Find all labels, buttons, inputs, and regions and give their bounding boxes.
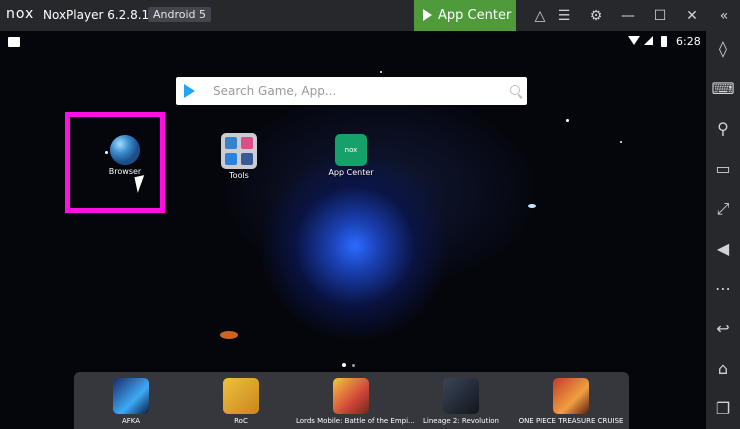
right-toolbar: ◊ ⌨ ⚲ ▭ ⤢ ◀ ⋯ ↩ ⌂ ❐	[706, 31, 740, 429]
dock-app-label: ONE PIECE TREASURE CRUISE	[518, 417, 624, 425]
lineage2-icon	[443, 378, 479, 414]
wifi-icon	[628, 36, 640, 45]
highlight-box	[65, 112, 165, 213]
star	[380, 71, 382, 73]
app-label: App Center	[328, 168, 374, 177]
maximize-icon[interactable]: ☐	[650, 6, 670, 26]
status-bar: 6:28	[0, 31, 706, 53]
app-dock: AFKA RoC Lords Mobile: Battle of the Emp…	[74, 372, 629, 429]
app-app-center[interactable]: nox App Center	[316, 134, 386, 177]
page-dot-active	[342, 363, 346, 367]
star	[528, 204, 536, 208]
clock: 6:28	[676, 35, 701, 48]
star	[620, 141, 622, 143]
roc-icon	[223, 378, 259, 414]
app-tools[interactable]: Tools	[204, 133, 274, 180]
tools-folder-icon	[221, 133, 257, 169]
nox-app-center-icon: nox	[335, 134, 367, 166]
settings-icon[interactable]: ⚙	[586, 6, 606, 26]
search-placeholder: Search Game, App...	[213, 84, 337, 98]
afka-icon	[113, 378, 149, 414]
page-dot	[352, 364, 355, 367]
screen-icon[interactable]: ▭	[706, 154, 740, 184]
search-bar[interactable]: Search Game, App...	[176, 77, 527, 105]
search-icon[interactable]	[510, 85, 520, 95]
home-icon[interactable]: ⌂	[706, 354, 740, 384]
dock-app-afka[interactable]: AFKA	[76, 378, 186, 425]
fullscreen-icon[interactable]: ⤢	[706, 194, 740, 224]
menu-icon[interactable]: ☰	[554, 6, 574, 26]
screen-rotate-icon[interactable]: ◊	[706, 34, 740, 64]
dock-app-lords-mobile[interactable]: Lords Mobile: Battle of the Empi...	[296, 378, 415, 425]
dock-app-roc[interactable]: RoC	[186, 378, 296, 425]
star	[566, 119, 569, 122]
android-version-badge: Android 5	[148, 7, 212, 22]
minimize-icon[interactable]: —	[618, 6, 638, 26]
page-indicator	[342, 352, 361, 371]
dock-app-label: RoC	[234, 417, 248, 425]
lords-mobile-icon	[333, 378, 369, 414]
dock-app-label: AFKA	[121, 417, 141, 425]
notification-icon	[8, 37, 20, 47]
close-icon[interactable]: ✕	[682, 6, 702, 26]
play-icon	[423, 9, 432, 21]
dock-app-label: Lords Mobile: Battle of the Empi...	[296, 417, 415, 425]
recent-apps-icon[interactable]: ❐	[706, 394, 740, 424]
window-title: NoxPlayer 6.2.8.1	[43, 8, 150, 22]
dock-app-label: Lineage 2: Revolution	[423, 417, 499, 425]
shirt-icon[interactable]: △	[530, 6, 550, 26]
more-icon[interactable]: ⋯	[706, 274, 740, 304]
app-center-button[interactable]: App Center	[414, 0, 516, 31]
nebula	[220, 331, 238, 339]
collapse-icon[interactable]: «	[714, 6, 734, 26]
one-piece-icon	[553, 378, 589, 414]
title-bar: nox NoxPlayer 6.2.8.1 Android 5 App Cent…	[0, 0, 740, 31]
android-screen: 6:28 Search Game, App... Browser Tools n…	[0, 31, 706, 429]
location-icon[interactable]: ⚲	[706, 114, 740, 144]
back-icon[interactable]: ↩	[706, 314, 740, 344]
play-store-icon	[184, 84, 195, 98]
dock-app-one-piece[interactable]: ONE PIECE TREASURE CRUISE	[516, 378, 626, 425]
app-label: Tools	[229, 171, 249, 180]
app-center-label: App Center	[438, 8, 512, 23]
keyboard-icon[interactable]: ⌨	[706, 74, 740, 104]
volume-icon[interactable]: ◀	[706, 234, 740, 264]
signal-icon	[644, 36, 653, 45]
dock-app-lineage2[interactable]: Lineage 2: Revolution	[406, 378, 516, 425]
battery-icon	[661, 36, 667, 47]
nox-logo: nox	[6, 6, 35, 22]
